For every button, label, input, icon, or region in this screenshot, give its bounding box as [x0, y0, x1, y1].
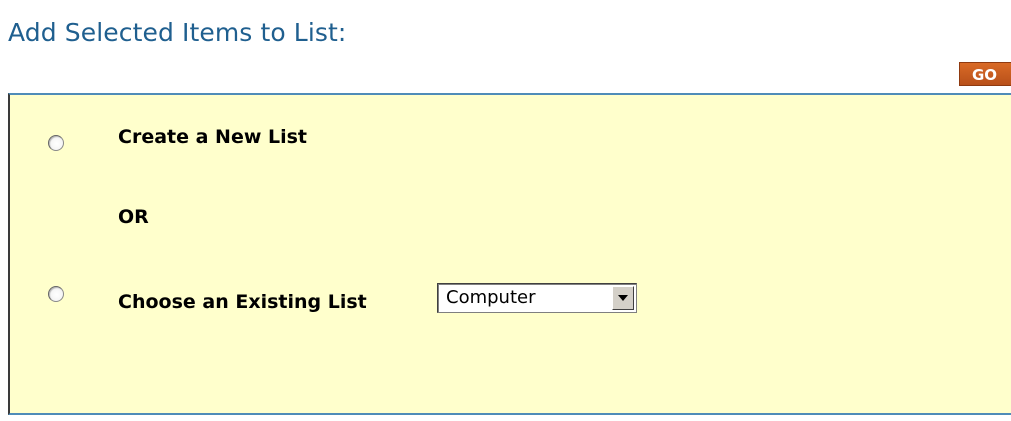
chevron-down-icon[interactable]: [612, 286, 634, 310]
choose-existing-list-label: Choose an Existing List: [118, 291, 367, 313]
page-title: Add Selected Items to List:: [8, 18, 347, 47]
create-new-list-label: Create a New List: [118, 126, 308, 148]
existing-list-select[interactable]: Computer: [437, 283, 637, 313]
create-new-list-radio[interactable]: [48, 135, 64, 151]
or-separator: OR: [118, 206, 149, 228]
go-button[interactable]: GO: [959, 62, 1011, 86]
choose-existing-list-radio[interactable]: [48, 286, 64, 302]
existing-list-select-value: Computer: [446, 287, 536, 308]
